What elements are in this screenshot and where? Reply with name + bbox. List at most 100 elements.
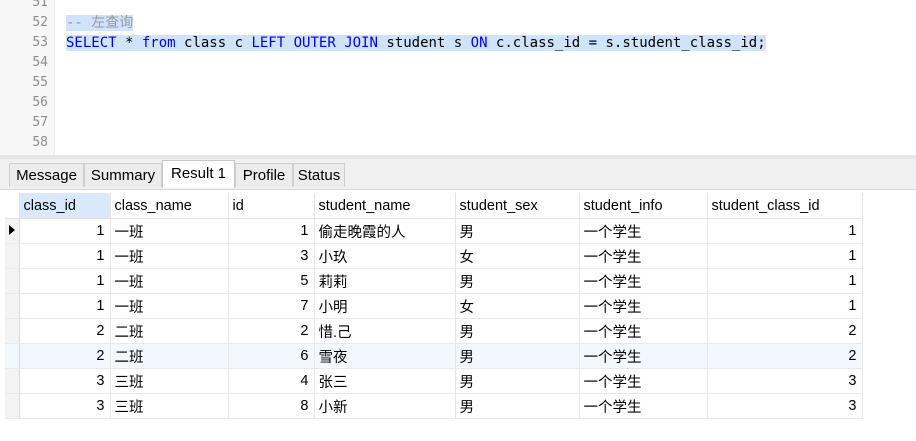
column-header-student-name[interactable]: student_name xyxy=(314,193,456,219)
column-header-class-id[interactable]: class_id xyxy=(19,193,111,219)
table-row[interactable]: 3 三班 4 张三男一个学生 3 xyxy=(5,368,863,394)
cell-class-name[interactable]: 一班 xyxy=(110,218,229,244)
cell-student-info[interactable]: 一个学生 xyxy=(579,293,708,319)
cell-student-info[interactable]: 一个学生 xyxy=(579,268,708,294)
result-tab-bar: Message Summary Result 1 Profile Status xyxy=(0,159,916,190)
cell-class-id[interactable]: 1 xyxy=(19,218,111,244)
grid-header-row: class_id class_name id student_name student_… xyxy=(5,193,863,219)
cell-student-class-id[interactable]: 1 xyxy=(707,293,863,319)
sql-keyword: SELECT xyxy=(66,35,117,51)
cell-id[interactable]: 5 xyxy=(228,268,315,294)
cell-id[interactable]: 3 xyxy=(228,243,315,269)
column-header-student-class-id[interactable]: student_class_id xyxy=(707,193,863,219)
cell-student-info[interactable]: 一个学生 xyxy=(579,243,708,269)
cell-student-name[interactable]: 偷走晚霞的人 xyxy=(314,218,456,244)
cell-student-name[interactable]: 小明 xyxy=(314,293,456,319)
row-selector[interactable] xyxy=(5,243,20,269)
row-selector[interactable] xyxy=(5,343,20,369)
cell-student-sex[interactable]: 男 xyxy=(455,343,580,369)
cell-class-id[interactable]: 2 xyxy=(19,343,111,369)
tab-summary[interactable]: Summary xyxy=(84,163,162,187)
cell-class-name[interactable]: 二班 xyxy=(110,318,229,344)
table-row[interactable]: 1 一班 1 偷走晚霞的人男一个学生 1 xyxy=(5,218,863,244)
table-row[interactable]: 1 一班 7 小明女一个学生 1 xyxy=(5,293,863,319)
cell-id[interactable]: 2 xyxy=(228,318,315,344)
line-number: 52 xyxy=(32,15,48,30)
cell-id[interactable]: 6 xyxy=(228,343,315,369)
cell-student-class-id[interactable]: 3 xyxy=(707,393,863,419)
cell-class-name[interactable]: 二班 xyxy=(110,343,229,369)
tab-result-1[interactable]: Result 1 xyxy=(162,160,235,188)
cell-student-sex[interactable]: 女 xyxy=(455,293,580,319)
cell-student-info[interactable]: 一个学生 xyxy=(579,318,708,344)
cell-class-id[interactable]: 2 xyxy=(19,318,111,344)
cell-id[interactable]: 4 xyxy=(228,368,315,394)
line-number: 51 xyxy=(32,0,48,10)
cell-class-id[interactable]: 1 xyxy=(19,243,111,269)
row-selector[interactable] xyxy=(5,368,20,394)
cell-student-sex[interactable]: 男 xyxy=(455,268,580,294)
cell-student-class-id[interactable]: 3 xyxy=(707,368,863,394)
cell-id[interactable]: 1 xyxy=(228,218,315,244)
row-selector[interactable] xyxy=(5,318,20,344)
cell-class-id[interactable]: 3 xyxy=(19,368,111,394)
row-selector[interactable] xyxy=(5,393,20,419)
row-selector[interactable] xyxy=(5,268,20,294)
sql-editor[interactable]: 51 52 53 54 55 56 57 58 -- 左查询 SELECT * from cla… xyxy=(0,0,916,157)
tab-message[interactable]: Message xyxy=(9,163,84,187)
cell-student-info[interactable]: 一个学生 xyxy=(579,368,708,394)
column-header-class-name[interactable]: class_name xyxy=(110,193,229,219)
cell-student-name[interactable]: 惜.己 xyxy=(314,318,456,344)
table-row[interactable]: 2 二班 6 雪夜男一个学生 2 xyxy=(5,343,863,369)
cell-student-name[interactable]: 莉莉 xyxy=(314,268,456,294)
sql-identifier xyxy=(285,35,293,51)
sql-keyword: OUTER xyxy=(293,35,336,51)
cell-class-id[interactable]: 1 xyxy=(19,293,111,319)
cell-student-class-id[interactable]: 1 xyxy=(707,268,863,294)
cell-student-sex[interactable]: 男 xyxy=(455,368,580,394)
cell-student-class-id[interactable]: 2 xyxy=(707,343,863,369)
table-row[interactable]: 1 一班 3 小玖女一个学生 1 xyxy=(5,243,863,269)
table-row[interactable]: 3 三班 8 小新男一个学生 3 xyxy=(5,393,863,419)
cell-student-name[interactable]: 张三 xyxy=(314,368,456,394)
cell-student-sex[interactable]: 女 xyxy=(455,243,580,269)
cell-student-info[interactable]: 一个学生 xyxy=(579,393,708,419)
sql-identifier: * xyxy=(116,35,142,51)
row-selector[interactable] xyxy=(5,218,20,244)
cell-student-sex[interactable]: 男 xyxy=(455,218,580,244)
cell-student-class-id[interactable]: 1 xyxy=(707,218,863,244)
column-header-student-sex[interactable]: student_sex xyxy=(455,193,580,219)
table-row[interactable]: 2 二班 2 惜.己男一个学生 2 xyxy=(5,318,863,344)
cell-student-sex[interactable]: 男 xyxy=(455,318,580,344)
selected-sql-statement: SELECT * from class c LEFT OUTER JOIN st… xyxy=(66,35,766,51)
cell-class-id[interactable]: 3 xyxy=(19,393,111,419)
cell-class-name[interactable]: 三班 xyxy=(110,393,229,419)
cell-student-name[interactable]: 雪夜 xyxy=(314,343,456,369)
line-number: 56 xyxy=(32,95,48,110)
cell-student-name[interactable]: 小新 xyxy=(314,393,456,419)
cell-student-info[interactable]: 一个学生 xyxy=(579,218,708,244)
column-header-id[interactable]: id xyxy=(228,193,315,219)
cell-class-name[interactable]: 三班 xyxy=(110,368,229,394)
cell-class-name[interactable]: 一班 xyxy=(110,293,229,319)
cell-student-class-id[interactable]: 2 xyxy=(707,318,863,344)
cell-id[interactable]: 7 xyxy=(228,293,315,319)
tab-status[interactable]: Status xyxy=(293,163,345,187)
code-line: -- 左查询 xyxy=(66,13,134,33)
line-number: 53 xyxy=(32,35,48,50)
cell-class-id[interactable]: 1 xyxy=(19,268,111,294)
cell-class-name[interactable]: 一班 xyxy=(110,268,229,294)
cell-class-name[interactable]: 一班 xyxy=(110,243,229,269)
cell-id[interactable]: 8 xyxy=(228,393,315,419)
column-header-student-info[interactable]: student_info xyxy=(579,193,708,219)
cell-student-info[interactable]: 一个学生 xyxy=(579,343,708,369)
sql-keyword: LEFT xyxy=(251,35,286,51)
table-row[interactable]: 1 一班 5 莉莉男一个学生 1 xyxy=(5,268,863,294)
cell-student-name[interactable]: 小玖 xyxy=(314,243,456,269)
cell-student-class-id[interactable]: 1 xyxy=(707,243,863,269)
result-grid[interactable]: class_id class_name id student_name student_… xyxy=(5,193,863,419)
row-selector[interactable] xyxy=(5,293,20,319)
sql-keyword: ON xyxy=(470,35,488,51)
cell-student-sex[interactable]: 男 xyxy=(455,393,580,419)
tab-profile[interactable]: Profile xyxy=(235,163,293,187)
